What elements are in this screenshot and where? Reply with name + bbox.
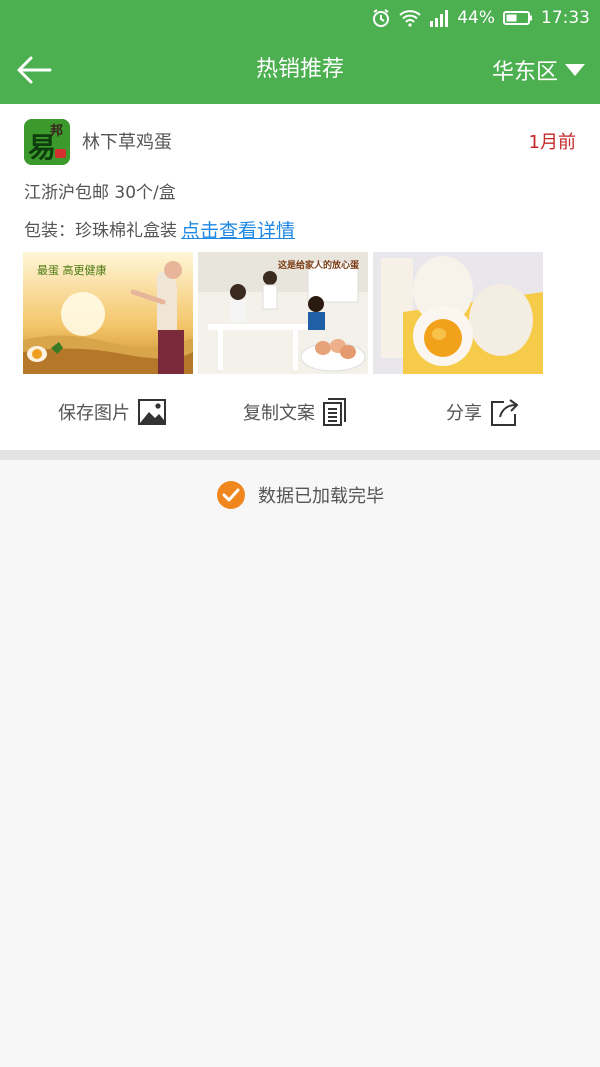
woman-field-image[interactable]: 最蛋 高更健康 xyxy=(23,252,193,374)
share-label: 分享 xyxy=(446,403,482,424)
battery-icon xyxy=(503,10,533,26)
triangle-down-icon xyxy=(565,64,585,76)
check-circle-icon xyxy=(217,481,245,509)
battery-percent: 44% xyxy=(457,8,495,28)
section-divider xyxy=(0,450,600,460)
signal-icon xyxy=(429,9,449,27)
packaging-line: 包装：珍珠棉礼盒装 点击查看详情 xyxy=(24,216,295,243)
region-label: 华东区 xyxy=(491,60,558,85)
share-icon xyxy=(491,399,518,426)
avatar-letter-small: 邦 xyxy=(50,123,63,139)
post-description: 江浙沪包邮 30个/盒 xyxy=(24,183,176,203)
woman-image-caption: 最蛋 高更健康 xyxy=(37,263,107,277)
copy-text-label: 复制文案 xyxy=(243,403,315,424)
save-image-label: 保存图片 xyxy=(58,403,130,424)
detail-link[interactable]: 点击查看详情 xyxy=(181,216,295,243)
alarm-icon xyxy=(371,8,391,28)
region-selector[interactable]: 华东区 xyxy=(492,36,586,104)
image-gallery: 最蛋 高更健康 这是给家人的放心蛋 xyxy=(23,252,543,374)
wifi-icon xyxy=(399,9,421,27)
save-image-button[interactable]: 保存图片 xyxy=(58,392,166,432)
status-bar: 44% 17:33 xyxy=(0,0,600,36)
packaging-label: 包装：珍珠棉礼盒装 xyxy=(24,221,177,241)
load-complete-indicator: 数据已加载完毕 xyxy=(0,478,600,512)
load-complete-text: 数据已加载完毕 xyxy=(258,486,384,507)
copy-text-button[interactable]: 复制文案 xyxy=(243,392,347,432)
family-dining-image[interactable]: 这是给家人的放心蛋 xyxy=(198,252,368,374)
post-time: 1月前 xyxy=(528,132,576,153)
app-bar: 热销推荐 华东区 xyxy=(0,36,600,104)
action-bar: 保存图片 复制文案 分享 xyxy=(0,392,600,432)
shop-avatar[interactable]: 易 邦 xyxy=(24,119,70,165)
product-post-card: 易 邦 林下草鸡蛋 1月前 江浙沪包邮 30个/盒 包装：珍珠棉礼盒装 点击查看… xyxy=(0,104,600,450)
document-icon xyxy=(323,398,346,426)
share-button[interactable]: 分享 xyxy=(446,392,520,432)
clock-time: 17:33 xyxy=(541,8,590,28)
boiled-eggs-image[interactable] xyxy=(373,252,543,374)
family-image-caption: 这是给家人的放心蛋 xyxy=(278,259,359,271)
image-icon xyxy=(138,399,166,425)
shop-name[interactable]: 林下草鸡蛋 xyxy=(82,128,172,154)
